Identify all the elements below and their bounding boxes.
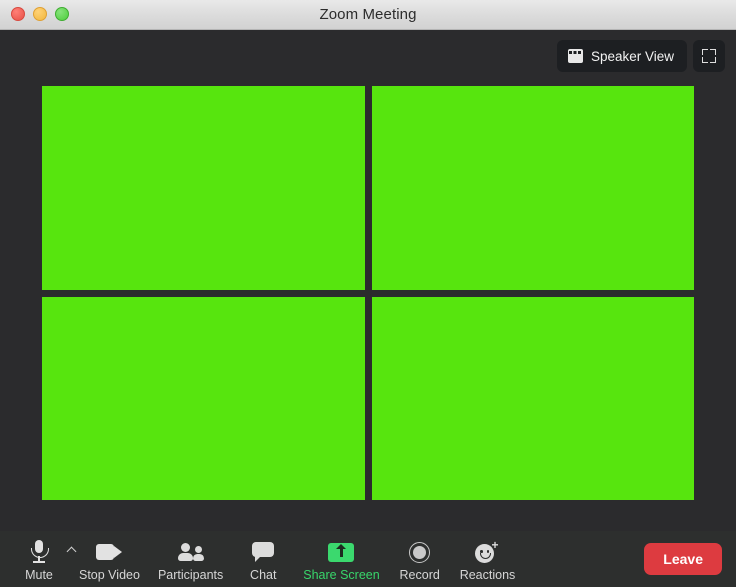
fullscreen-button[interactable] <box>693 40 725 72</box>
speaker-view-label: Speaker View <box>590 48 674 64</box>
toolbar-label-record: Record <box>399 568 440 582</box>
video-stage: Speaker View <box>0 30 736 531</box>
toolbar-item-record[interactable]: Record <box>389 531 451 582</box>
share-screen-icon <box>328 539 355 565</box>
toolbar-item-participants[interactable]: Participants <box>149 531 232 582</box>
video-camera-icon <box>96 539 123 565</box>
toolbar-label-chat: Chat <box>250 568 277 582</box>
toolbar-item-share-screen[interactable]: Share Screen <box>294 531 388 582</box>
toolbar-item-mute[interactable]: Mute <box>8 531 70 582</box>
reactions-icon: + <box>475 539 499 565</box>
toolbar-label-stop-video: Stop Video <box>79 568 140 582</box>
toolbar-label-reactions: Reactions <box>459 568 516 582</box>
speaker-view-button[interactable]: Speaker View <box>556 40 687 72</box>
toolbar-label-participants: Participants <box>157 568 224 582</box>
window-title: Zoom Meeting <box>319 6 417 23</box>
participant-video-tile[interactable] <box>371 296 694 500</box>
zoom-meeting-window: Zoom Meeting Speaker View Mute Stop Vide… <box>0 0 736 587</box>
leave-button[interactable]: Leave <box>644 543 722 575</box>
participant-tile-grid <box>42 86 694 500</box>
participant-video-tile[interactable] <box>42 296 365 500</box>
microphone-icon <box>29 539 49 565</box>
record-icon <box>409 539 431 565</box>
participant-video-tile[interactable] <box>371 86 694 290</box>
toolbar-item-stop-video[interactable]: Stop Video <box>70 531 149 582</box>
chat-bubble-icon <box>252 539 275 565</box>
toolbar-label-share-screen: Share Screen <box>303 568 380 582</box>
view-controls: Speaker View <box>556 40 725 72</box>
fullscreen-expand-icon <box>702 49 716 63</box>
toolbar-item-reactions[interactable]: + Reactions <box>451 531 525 582</box>
grid-layout-icon <box>567 49 583 63</box>
window-titlebar: Zoom Meeting <box>0 0 736 30</box>
toolbar-label-mute: Mute <box>25 568 53 582</box>
participant-video-tile[interactable] <box>42 86 365 290</box>
people-icon <box>177 539 204 565</box>
toolbar-right-group: Leave <box>644 531 736 587</box>
toolbar-item-chat[interactable]: Chat <box>232 531 294 582</box>
meeting-toolbar: Mute Stop Video Participants Chat Share … <box>0 531 736 587</box>
toolbar-left-group: Mute Stop Video Participants Chat Share … <box>0 531 524 582</box>
